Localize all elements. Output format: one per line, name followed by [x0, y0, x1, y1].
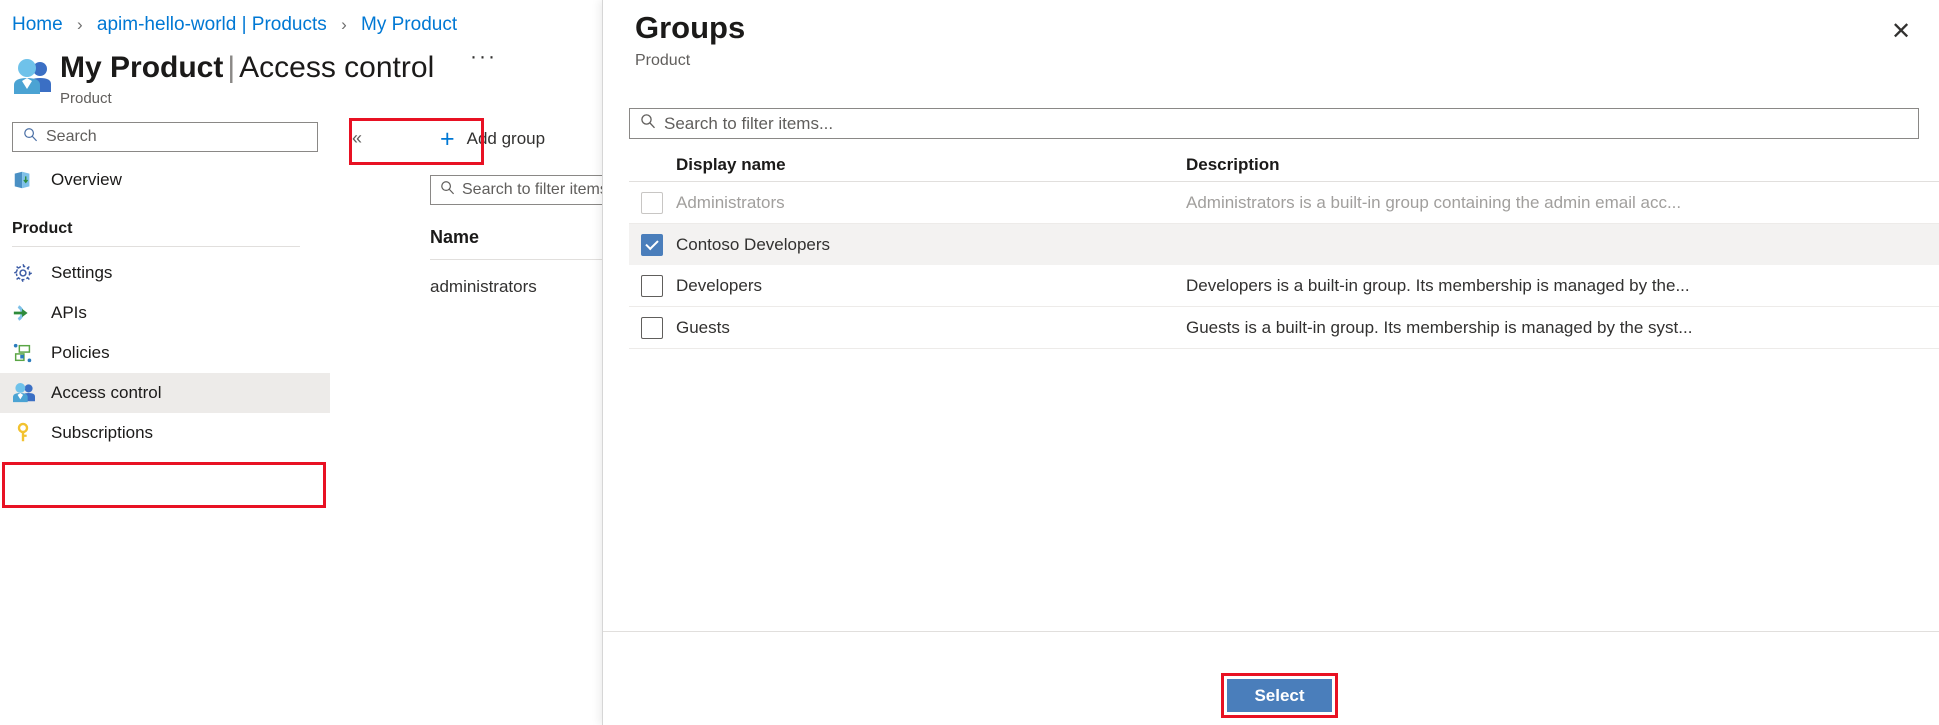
page-subtitle: Product	[60, 90, 434, 107]
page-title-wrap: My Product|Access control Product	[60, 48, 434, 107]
product-users-icon	[12, 56, 54, 98]
breadcrumb-separator: ›	[341, 15, 347, 34]
groups-table: Display name Description Administrators …	[629, 148, 1939, 349]
cell-display-name: Contoso Developers	[676, 235, 1186, 255]
key-icon	[12, 422, 38, 444]
page-header: My Product|Access control Product	[12, 48, 602, 112]
cell-display-name: Administrators	[676, 193, 1186, 213]
sidebar-item-settings[interactable]: Settings	[0, 253, 330, 293]
page-title-primary: My Product	[60, 51, 223, 84]
panel-subtitle: Product	[635, 52, 690, 70]
checkbox-developers[interactable]	[641, 275, 663, 297]
more-options-button[interactable]: ···	[470, 50, 497, 64]
middle-column: + Add group Name administrators	[430, 122, 602, 297]
sidebar-search[interactable]	[12, 122, 318, 152]
sidebar-item-subscriptions[interactable]: Subscriptions	[0, 413, 330, 453]
access-control-users-icon	[12, 382, 38, 404]
sidebar-item-label: APIs	[51, 303, 87, 323]
list-item[interactable]: administrators	[430, 260, 602, 297]
annotation-box-access-control	[2, 462, 326, 508]
groups-panel: Groups Product ✕ Display name Descriptio…	[602, 0, 1939, 725]
sidebar-item-apis[interactable]: APIs	[0, 293, 330, 333]
sidebar-group-label: Product	[0, 220, 330, 238]
add-group-button[interactable]: + Add group	[430, 122, 602, 156]
sidebar-item-label: Access control	[51, 383, 162, 403]
sidebar-item-access-control[interactable]: Access control	[0, 373, 330, 413]
page-title-separator: |	[223, 51, 239, 84]
search-icon	[23, 127, 38, 147]
search-icon	[440, 180, 455, 200]
middle-search[interactable]	[430, 175, 602, 205]
column-header-display-name: Display name	[676, 155, 1186, 175]
sidebar-item-label: Settings	[51, 263, 112, 283]
checkbox-administrators[interactable]	[641, 192, 663, 214]
breadcrumb-separator: ›	[77, 15, 83, 34]
search-input[interactable]	[46, 128, 276, 146]
middle-search-input[interactable]	[462, 181, 602, 199]
breadcrumb-item-products[interactable]: apim-hello-world | Products	[97, 14, 327, 35]
row-checkbox-cell[interactable]	[629, 192, 676, 214]
background-page: Home › apim-hello-world | Products › My …	[0, 0, 602, 725]
sidebar-item-label: Overview	[51, 170, 122, 190]
sidebar-divider	[12, 246, 300, 247]
gear-icon	[12, 262, 38, 284]
panel-title: Groups	[635, 10, 745, 46]
column-header-description: Description	[1186, 155, 1939, 175]
table-row[interactable]: Administrators Administrators is a built…	[629, 182, 1939, 223]
plus-icon: +	[440, 129, 455, 149]
row-checkbox-cell[interactable]	[629, 234, 676, 256]
page-title-secondary: Access control	[239, 51, 434, 84]
row-checkbox-cell[interactable]	[629, 317, 676, 339]
page-title: My Product|Access control	[60, 48, 434, 88]
cell-description: Administrators is a built-in group conta…	[1186, 193, 1939, 213]
table-row[interactable]: Contoso Developers	[629, 224, 1939, 265]
policies-icon	[12, 342, 38, 364]
breadcrumb-item-my-product[interactable]: My Product	[361, 14, 457, 35]
cell-description: Guests is a built-in group. Its membersh…	[1186, 318, 1939, 338]
search-icon	[640, 113, 656, 134]
sidebar-item-overview[interactable]: Overview	[0, 160, 330, 200]
panel-search[interactable]	[629, 108, 1919, 139]
checkbox-contoso-developers[interactable]	[641, 234, 663, 256]
cell-display-name: Developers	[676, 276, 1186, 296]
collapse-sidebar-button[interactable]: «	[352, 128, 362, 148]
panel-search-input[interactable]	[664, 114, 1864, 134]
cell-display-name: Guests	[676, 318, 1186, 338]
middle-column-header: Name	[430, 227, 602, 259]
sidebar-item-label: Subscriptions	[51, 423, 153, 443]
checkbox-guests[interactable]	[641, 317, 663, 339]
row-divider	[629, 348, 1939, 349]
table-header-row: Display name Description	[629, 148, 1939, 181]
select-button[interactable]: Select	[1227, 679, 1332, 712]
sidebar-item-label: Policies	[51, 343, 110, 363]
breadcrumb: Home › apim-hello-world | Products › My …	[12, 12, 457, 38]
azure-portal-screen: Home › apim-hello-world | Products › My …	[0, 0, 1939, 725]
panel-footer-divider	[603, 631, 1939, 632]
row-checkbox-cell[interactable]	[629, 275, 676, 297]
table-row[interactable]: Guests Guests is a built-in group. Its m…	[629, 307, 1939, 348]
cell-description: Developers is a built-in group. Its memb…	[1186, 276, 1939, 296]
sidebar: Overview Product Settings	[0, 122, 330, 453]
close-icon[interactable]: ✕	[1885, 16, 1917, 48]
sidebar-item-policies[interactable]: Policies	[0, 333, 330, 373]
breadcrumb-item-home[interactable]: Home	[12, 14, 63, 35]
api-arrow-icon	[12, 302, 38, 324]
table-row[interactable]: Developers Developers is a built-in grou…	[629, 265, 1939, 306]
overview-cube-icon	[12, 169, 38, 191]
add-group-label: Add group	[467, 129, 545, 149]
